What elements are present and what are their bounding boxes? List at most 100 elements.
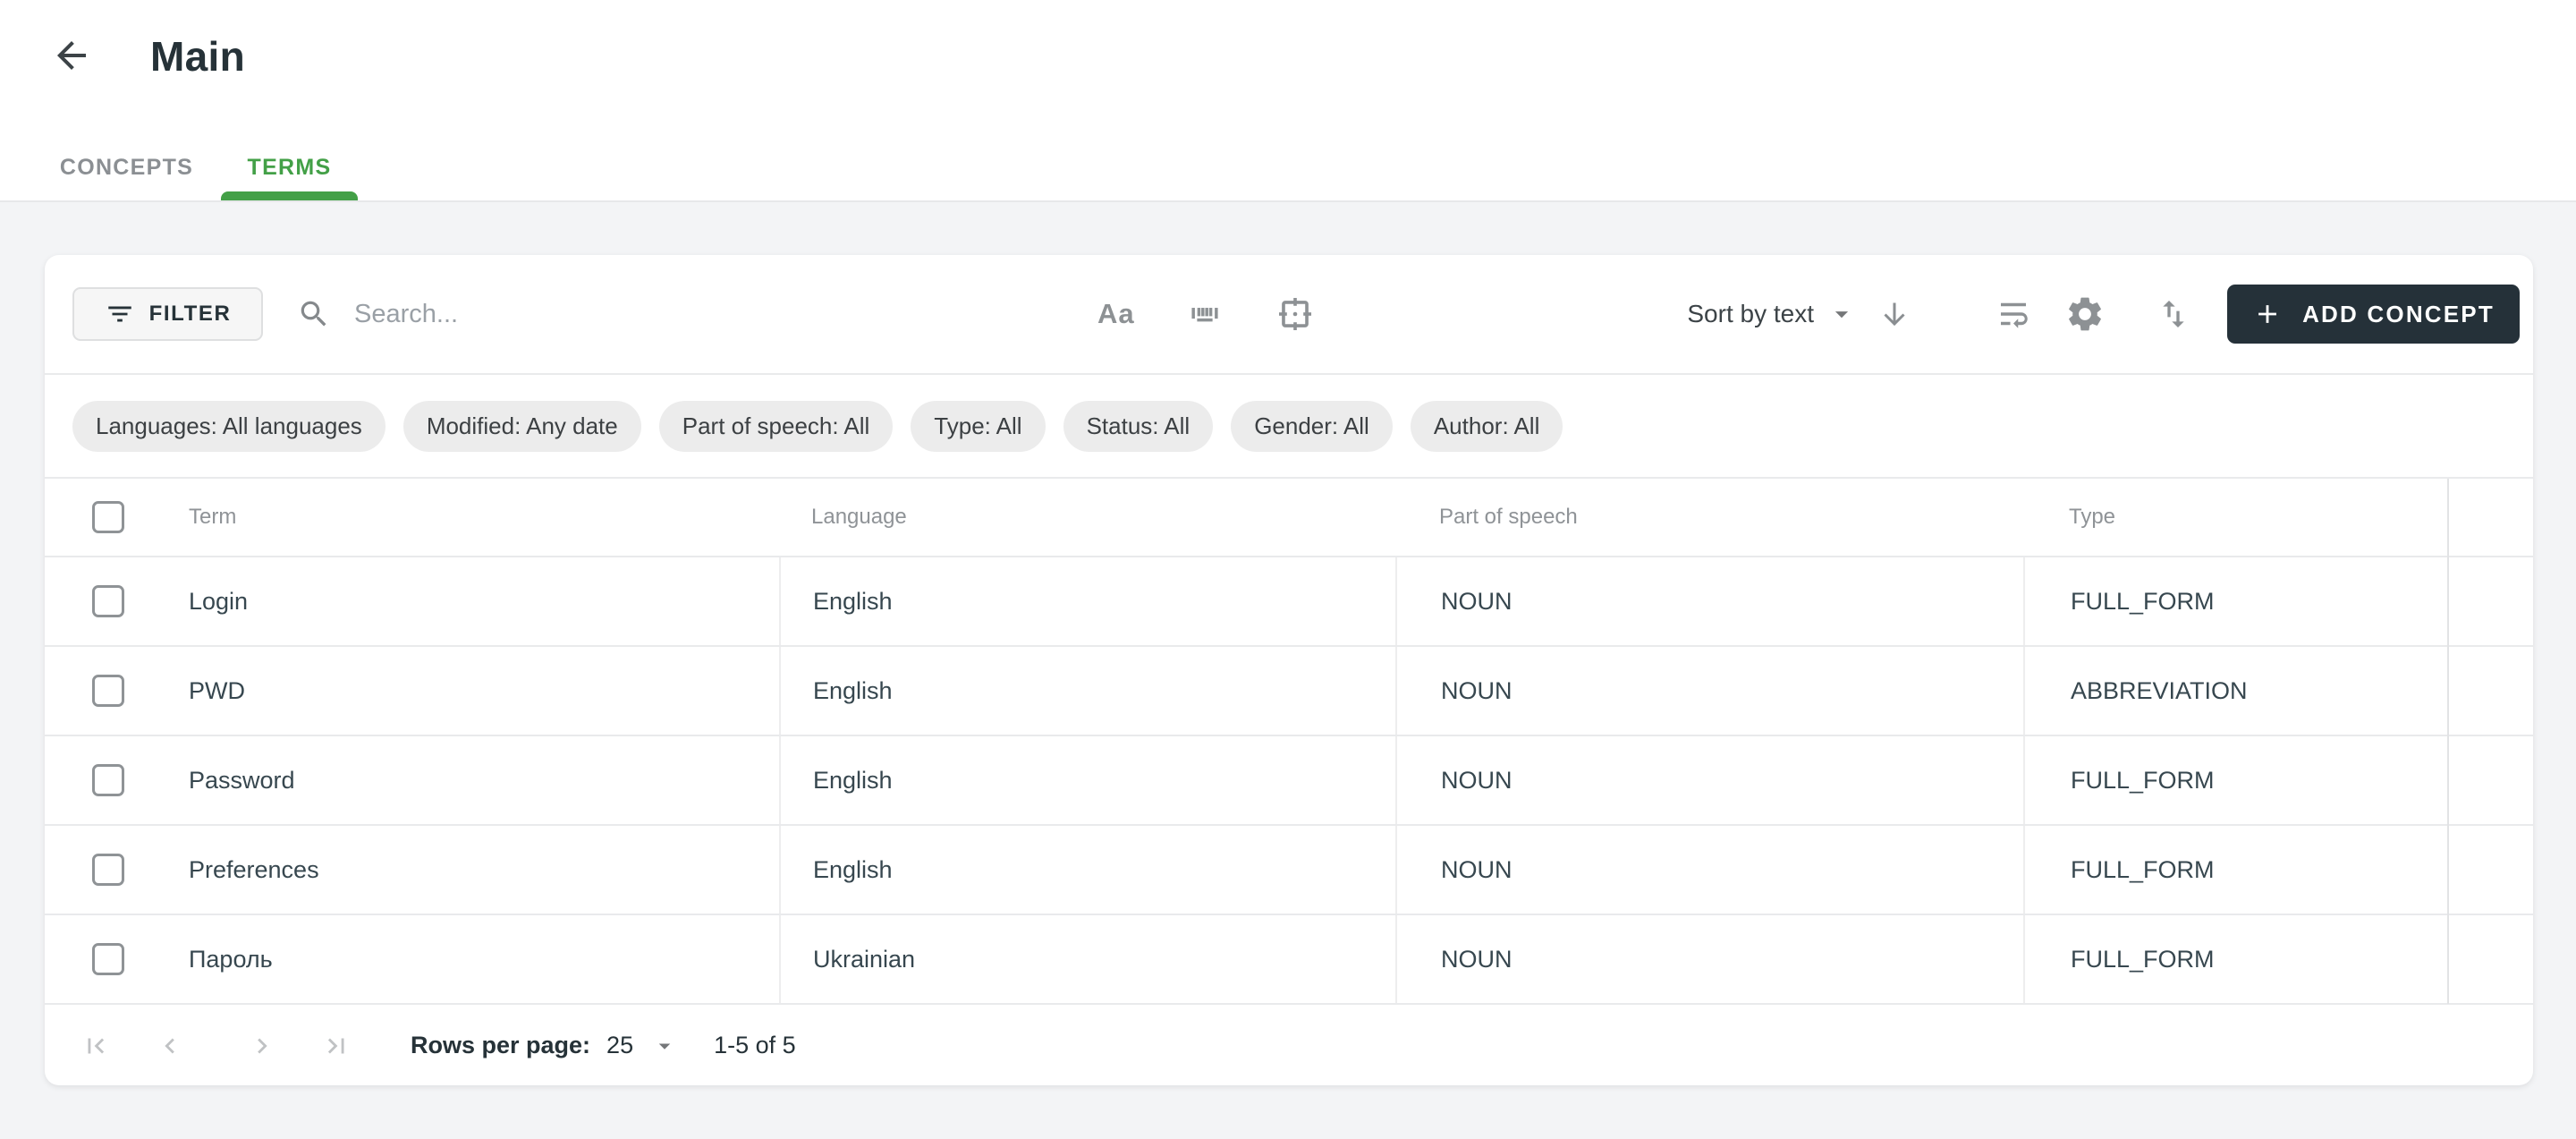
actions-cell (2447, 826, 2533, 914)
filter-chip-label: Part of speech: All (682, 412, 870, 440)
match-case-button[interactable]: Aa (1097, 298, 1135, 330)
search-option-icons: Aa (1097, 255, 1316, 373)
filter-chip-label: Author: All (1434, 412, 1540, 440)
toolbar: FILTER Aa (45, 255, 2533, 375)
tab-bar: CONCEPTS TERMS (43, 134, 358, 200)
row-checkbox[interactable] (92, 585, 124, 617)
part-of-speech-cell: NOUN (1395, 557, 2023, 645)
table-header-row: Term Language Part of speech Type (45, 479, 2533, 557)
language-cell: English (779, 826, 1395, 914)
last-page-button[interactable] (321, 1031, 352, 1061)
arrow-left-icon (50, 34, 93, 77)
sort-by-dropdown[interactable]: Sort by text (1687, 300, 1814, 328)
row-checkbox[interactable] (92, 764, 124, 796)
next-page-button[interactable] (247, 1031, 277, 1061)
sort-caret-button[interactable] (1826, 299, 1857, 329)
actions-cell (2447, 915, 2533, 1003)
terms-card: FILTER Aa (45, 255, 2533, 1085)
term-cell: Login (189, 557, 779, 645)
rows-per-page-label: Rows per page: (411, 1032, 590, 1059)
type-cell: FULL_FORM (2023, 826, 2447, 914)
filter-chip[interactable]: Part of speech: All (659, 401, 894, 452)
language-cell: English (779, 647, 1395, 735)
actions-cell (2447, 557, 2533, 645)
add-concept-button[interactable]: ADD CONCEPT (2227, 285, 2520, 344)
column-header-term[interactable]: Term (189, 479, 779, 556)
caret-down-icon (1826, 299, 1857, 329)
column-header-part-of-speech[interactable]: Part of speech (1395, 479, 2023, 556)
language-cell: Ukrainian (779, 915, 1395, 1003)
rows-per-page-value[interactable]: 25 (606, 1032, 633, 1059)
barcode-button[interactable] (1185, 294, 1224, 334)
chevron-right-icon (247, 1031, 277, 1061)
filter-chip[interactable]: Languages: All languages (72, 401, 386, 452)
terms-table: Term Language Part of speech Type Login … (45, 479, 2533, 1005)
rows-per-page-dropdown[interactable] (651, 1033, 678, 1059)
filter-chip-label: Modified: Any date (427, 412, 618, 440)
table-row[interactable]: Пароль Ukrainian NOUN FULL_FORM (45, 915, 2533, 1005)
caret-down-icon (651, 1033, 678, 1059)
select-all-checkbox[interactable] (92, 501, 124, 533)
page-title: Main (150, 32, 245, 81)
part-of-speech-cell: NOUN (1395, 826, 2023, 914)
focus-frame-button[interactable] (1275, 293, 1316, 335)
part-of-speech-cell: NOUN (1395, 736, 2023, 824)
row-checkbox[interactable] (92, 943, 124, 975)
row-checkbox[interactable] (92, 675, 124, 707)
wrap-text-icon (1995, 295, 2032, 333)
previous-page-button[interactable] (155, 1031, 185, 1061)
filter-chip-row: Languages: All languages Modified: Any d… (45, 375, 2533, 479)
row-checkbox[interactable] (92, 854, 124, 886)
chevron-left-icon (155, 1031, 185, 1061)
column-header-type[interactable]: Type (2023, 479, 2447, 556)
pagination-bar: Rows per page: 25 1-5 of 5 (45, 1005, 2533, 1086)
table-row[interactable]: Login English NOUN FULL_FORM (45, 557, 2533, 647)
filter-chip[interactable]: Modified: Any date (403, 401, 641, 452)
gear-icon (2064, 293, 2106, 335)
wrap-text-button[interactable] (1995, 295, 2032, 333)
column-header-language[interactable]: Language (779, 479, 1395, 556)
toolbar-right-group: Sort by text (1687, 255, 2520, 373)
filter-chip-label: Gender: All (1254, 412, 1369, 440)
sticky-column-divider (2447, 479, 2449, 1004)
filter-button[interactable]: FILTER (72, 287, 263, 341)
table-row[interactable]: Preferences English NOUN FULL_FORM (45, 826, 2533, 915)
tab-terms[interactable]: TERMS (221, 134, 358, 200)
type-cell: ABBREVIATION (2023, 647, 2447, 735)
actions-cell (2447, 736, 2533, 824)
active-tab-indicator (221, 191, 358, 200)
first-page-icon (80, 1031, 111, 1061)
term-cell: Пароль (189, 915, 779, 1003)
back-button[interactable] (50, 34, 93, 77)
tab-concepts[interactable]: CONCEPTS (43, 134, 210, 200)
filter-chip[interactable]: Status: All (1063, 401, 1214, 452)
column-header-actions (2447, 479, 2533, 556)
tab-concepts-label: CONCEPTS (60, 155, 193, 181)
swap-vertical-button[interactable] (2156, 296, 2191, 332)
table-row[interactable]: PWD English NOUN ABBREVIATION (45, 647, 2533, 736)
crosshair-frame-icon (1275, 293, 1316, 335)
table-body: Login English NOUN FULL_FORM PWD English… (45, 557, 2533, 1005)
filter-chip[interactable]: Gender: All (1231, 401, 1393, 452)
part-of-speech-cell: NOUN (1395, 915, 2023, 1003)
filter-chip[interactable]: Type: All (911, 401, 1045, 452)
type-cell: FULL_FORM (2023, 557, 2447, 645)
page-header: Main CONCEPTS TERMS (0, 0, 2576, 200)
barcode-icon (1185, 294, 1224, 334)
tab-terms-label: TERMS (248, 155, 332, 181)
search-input[interactable] (352, 299, 982, 330)
language-cell: English (779, 557, 1395, 645)
term-cell: Password (189, 736, 779, 824)
term-cell: PWD (189, 647, 779, 735)
search-icon (297, 297, 331, 331)
filter-chip[interactable]: Author: All (1411, 401, 1563, 452)
sort-direction-button[interactable] (1877, 296, 1912, 332)
type-cell: FULL_FORM (2023, 915, 2447, 1003)
type-cell: FULL_FORM (2023, 736, 2447, 824)
first-page-button[interactable] (80, 1031, 111, 1061)
add-concept-label: ADD CONCEPT (2302, 301, 2495, 328)
settings-button[interactable] (2064, 293, 2106, 335)
arrows-up-down-icon (2156, 296, 2191, 332)
table-row[interactable]: Password English NOUN FULL_FORM (45, 736, 2533, 826)
filter-chip-label: Status: All (1087, 412, 1191, 440)
